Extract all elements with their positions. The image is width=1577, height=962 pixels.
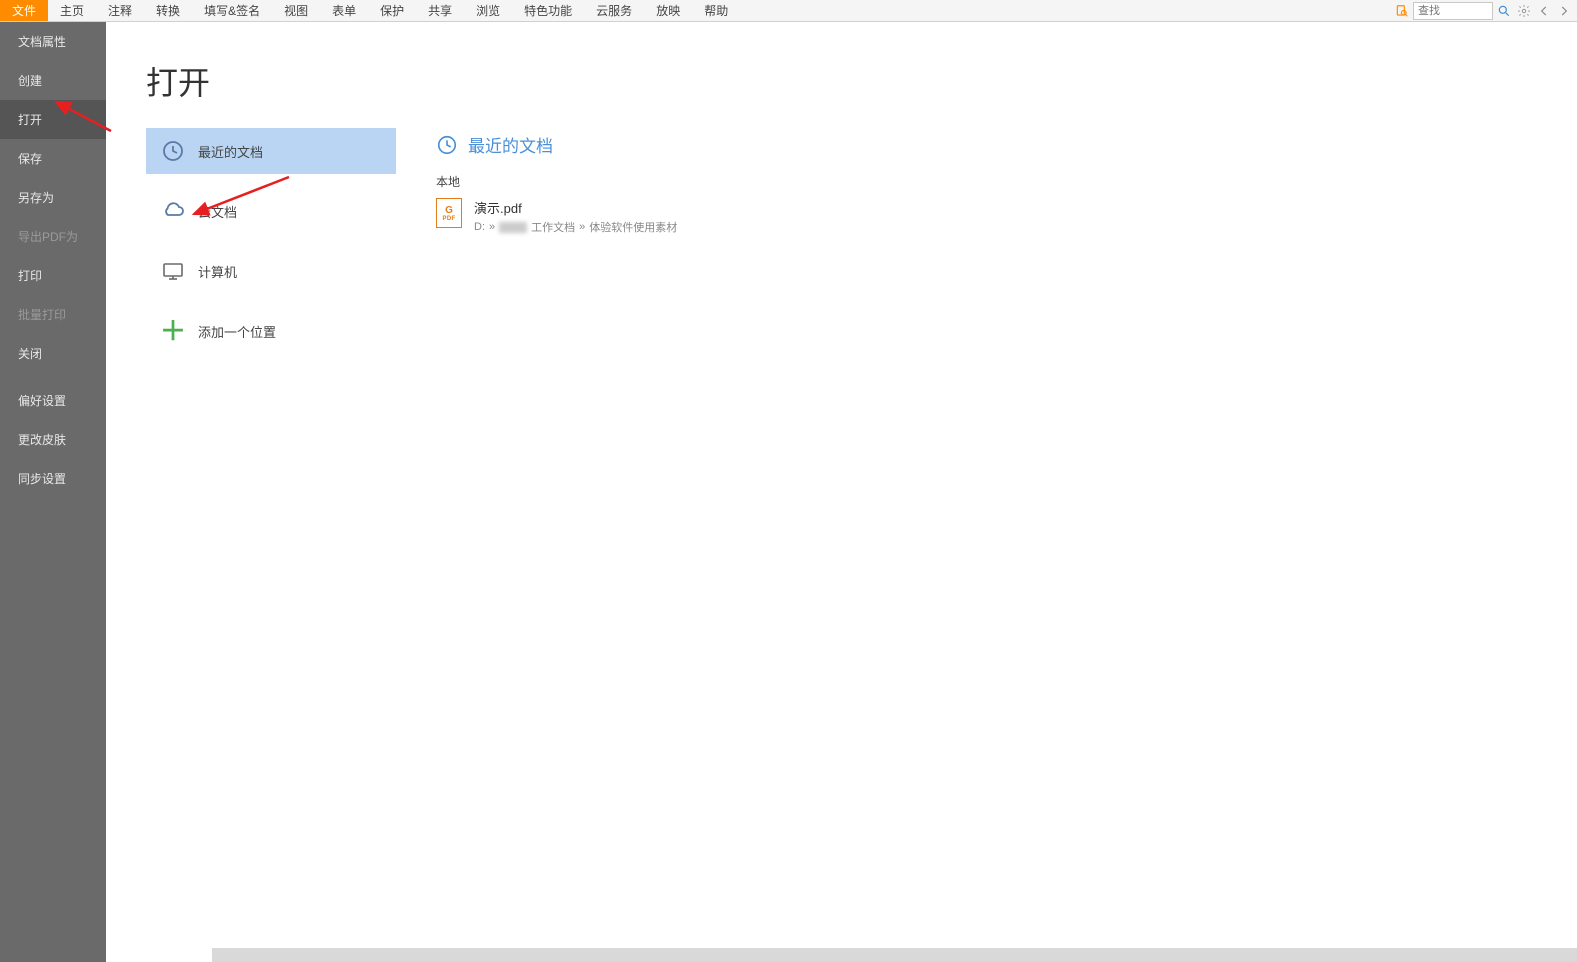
menu-tab-fillsign[interactable]: 填写&签名 xyxy=(192,0,272,21)
sidebar-item-batchprint: 批量打印 xyxy=(0,295,106,334)
file-name: 演示.pdf xyxy=(474,198,677,217)
sidebar-item-sync[interactable]: 同步设置 xyxy=(0,459,106,498)
menu-tab-annotate[interactable]: 注释 xyxy=(96,0,144,21)
open-panel: 打开 最近的文档 云文档 xyxy=(106,22,1577,962)
menu-tab-protect[interactable]: 保护 xyxy=(368,0,416,21)
sidebar-item-saveas[interactable]: 另存为 xyxy=(0,178,106,217)
location-recent[interactable]: 最近的文档 xyxy=(146,128,396,174)
menu-tab-help[interactable]: 帮助 xyxy=(692,0,740,21)
menu-tab-view[interactable]: 视图 xyxy=(272,0,320,21)
local-section-label: 本地 xyxy=(436,173,677,190)
search-icon[interactable] xyxy=(1495,2,1513,20)
location-label: 计算机 xyxy=(198,262,237,281)
sidebar-item-create[interactable]: 创建 xyxy=(0,61,106,100)
pdf-file-icon: GPDF xyxy=(436,198,462,228)
nav-forward-icon[interactable] xyxy=(1555,2,1573,20)
menubar-right xyxy=(1393,0,1577,21)
location-computer[interactable]: 计算机 xyxy=(146,248,396,294)
nav-back-icon[interactable] xyxy=(1535,2,1553,20)
sidebar-item-preferences[interactable]: 偏好设置 xyxy=(0,381,106,420)
menu-tab-convert[interactable]: 转换 xyxy=(144,0,192,21)
find-page-icon[interactable] xyxy=(1393,2,1411,20)
menu-tab-forms[interactable]: 表单 xyxy=(320,0,368,21)
plus-icon: ＋ xyxy=(160,318,186,344)
menu-tab-file[interactable]: 文件 xyxy=(0,0,48,21)
redacted-path-segment xyxy=(499,222,527,233)
top-menubar: 文件 主页 注释 转换 填写&签名 视图 表单 保护 共享 浏览 特色功能 云服… xyxy=(0,0,1577,22)
sidebar-item-close[interactable]: 关闭 xyxy=(0,334,106,373)
menu-tab-feature[interactable]: 特色功能 xyxy=(512,0,584,21)
menu-tab-present[interactable]: 放映 xyxy=(644,0,692,21)
sidebar-gap xyxy=(0,373,106,381)
recent-header: 最近的文档 xyxy=(436,132,677,157)
file-path: D: » 工作文档 » 体验软件使用素材 xyxy=(474,219,677,235)
clock-icon xyxy=(160,138,186,164)
location-label: 云文档 xyxy=(198,202,237,221)
location-label: 最近的文档 xyxy=(198,142,263,161)
menu-tab-browse[interactable]: 浏览 xyxy=(464,0,512,21)
location-cloud[interactable]: 云文档 xyxy=(146,188,396,234)
sidebar-item-properties[interactable]: 文档属性 xyxy=(0,22,106,61)
panel-title: 打开 xyxy=(146,58,1577,104)
cloud-icon xyxy=(160,198,186,224)
location-label: 添加一个位置 xyxy=(198,322,276,341)
location-list: 最近的文档 云文档 计算机 ＋ 添加一个位置 xyxy=(146,128,396,354)
sidebar-item-print[interactable]: 打印 xyxy=(0,256,106,295)
menu-tab-cloud[interactable]: 云服务 xyxy=(584,0,644,21)
sidebar-item-export: 导出PDF为 xyxy=(0,217,106,256)
file-row[interactable]: GPDF 演示.pdf D: » 工作文档 » 体验软件使用素材 xyxy=(436,196,677,237)
file-meta: 演示.pdf D: » 工作文档 » 体验软件使用素材 xyxy=(474,198,677,235)
search-input[interactable] xyxy=(1413,2,1493,20)
status-bar xyxy=(212,948,1577,962)
file-sidebar: 文档属性 创建 打开 保存 另存为 导出PDF为 打印 批量打印 关闭 偏好设置… xyxy=(0,22,106,962)
location-add[interactable]: ＋ 添加一个位置 xyxy=(146,308,396,354)
recent-documents-column: 最近的文档 本地 GPDF 演示.pdf D: » 工作文档 » xyxy=(436,128,677,354)
gear-icon[interactable] xyxy=(1515,2,1533,20)
menu-tab-home[interactable]: 主页 xyxy=(48,0,96,21)
menu-tab-share[interactable]: 共享 xyxy=(416,0,464,21)
sidebar-item-save[interactable]: 保存 xyxy=(0,139,106,178)
computer-icon xyxy=(160,258,186,284)
recent-header-label: 最近的文档 xyxy=(468,132,553,157)
sidebar-item-open[interactable]: 打开 xyxy=(0,100,106,139)
clock-icon xyxy=(436,134,458,156)
sidebar-item-skin[interactable]: 更改皮肤 xyxy=(0,420,106,459)
